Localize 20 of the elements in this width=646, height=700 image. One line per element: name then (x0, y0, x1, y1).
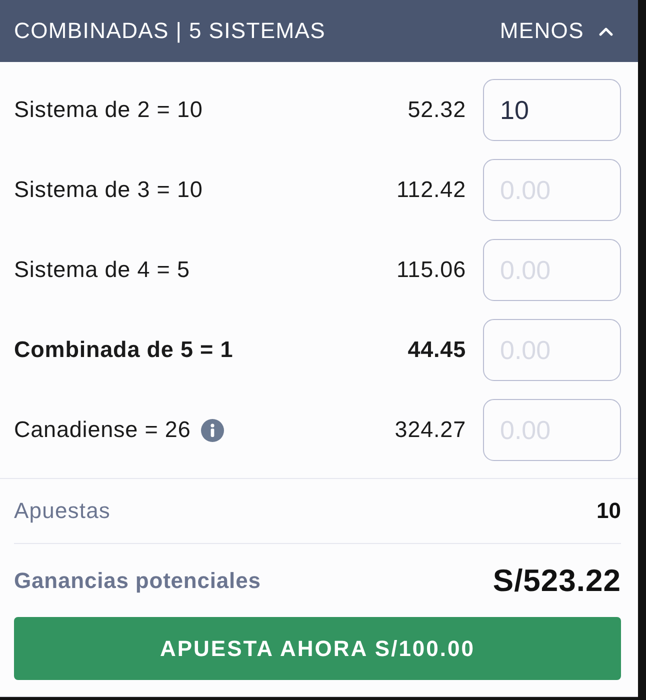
odds-value: 112.42 (396, 177, 466, 203)
odds-value: 52.32 (408, 97, 466, 123)
collapse-toggle[interactable]: MENOS (500, 18, 613, 44)
info-icon[interactable] (200, 418, 224, 442)
bets-count: 10 (596, 498, 621, 524)
system-name: Sistema de 4 = 5 (14, 257, 190, 283)
system-name: Combinada de 5 = 1 (14, 337, 234, 363)
system-name: Sistema de 3 = 10 (14, 177, 203, 203)
winnings-amount: S/523.22 (492, 562, 621, 598)
system-name: Sistema de 2 = 10 (14, 97, 203, 123)
bet-now-button[interactable]: APUESTA AHORA S/100.00 (14, 617, 621, 680)
system-name: Canadiense = 26 (14, 417, 191, 443)
odds-value: 44.45 (408, 337, 466, 363)
odds-value: 115.06 (396, 257, 466, 283)
caret-icon (599, 26, 613, 36)
bets-label: Apuestas (14, 498, 111, 524)
odds-value: 324.27 (394, 417, 466, 443)
header-title: COMBINADAS | 5 SISTEMAS (14, 18, 326, 44)
stake-input[interactable]: 10 (483, 79, 621, 141)
winnings-label: Ganancias potenciales (14, 568, 261, 594)
